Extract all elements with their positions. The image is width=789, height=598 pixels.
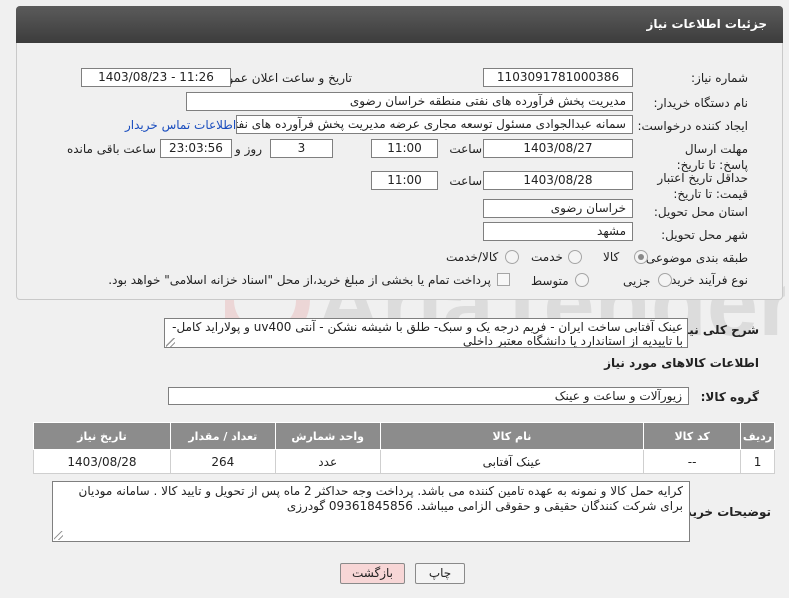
buyer-org-label: نام دستگاه خریدار: (653, 96, 749, 110)
price-validity-label: حداقل تاریخ اعتبار قیمت: تا تاریخ: (657, 171, 748, 201)
category-radio-service[interactable] (568, 250, 582, 264)
delivery-city-label: شهر محل تحویل: (661, 228, 748, 242)
cell-date: 1403/08/28 (33, 449, 171, 474)
col-header-code: کد کالا (643, 422, 742, 450)
need-number-label: شماره نیاز: (691, 71, 748, 85)
goods-group-label: گروه کالا: (700, 390, 759, 404)
reply-deadline-time: 11:00 (371, 139, 438, 158)
col-header-quantity: تعداد / مقدار (169, 422, 276, 450)
remaining-days: 3 (270, 139, 333, 158)
delivery-province-label: استان محل تحویل: (653, 205, 748, 219)
category-option-goods-service: کالا/خدمت (446, 250, 499, 264)
requester-field: سمانه عبدالجوادی مسئول توسعه مجاری عرضه … (236, 115, 633, 134)
purchase-process-label: نوع فرآیند خرید : (663, 273, 748, 287)
summary-field[interactable]: عینک آفتابی ساخت ایران - فریم درجه یک و … (164, 318, 688, 348)
col-header-name: نام کالا (379, 422, 645, 450)
col-header-date: تاریخ نیاز (33, 422, 171, 450)
reply-deadline-label: مهلت ارسال پاسخ: تا تاریخ: (676, 142, 748, 172)
goods-section-title: اطلاعات کالاهای مورد نیاز (604, 356, 759, 370)
price-validity-date: 1403/08/28 (483, 171, 633, 190)
cell-name: عینک آفتابی (379, 449, 645, 474)
days-label: روز و (235, 142, 262, 156)
requester-label: ایجاد کننده درخواست: (637, 119, 748, 133)
notes-resize-icon[interactable] (54, 531, 63, 540)
summary-resize-icon[interactable] (166, 338, 175, 347)
delivery-city-field: مشهد (483, 222, 633, 241)
cell-quantity: 264 (169, 449, 276, 474)
category-option-goods: کالا (603, 250, 620, 264)
col-header-unit: واحد شمارش (274, 422, 381, 450)
announce-datetime-field: 1403/08/23 - 11:26 (81, 68, 231, 87)
buyer-org-field: مدیریت پخش فرآورده های نفتی منطقه خراسان… (186, 92, 633, 111)
process-option-minor: جزیی (623, 274, 651, 288)
buyer-contact-link[interactable]: اطلاعات تماس خریدار (125, 118, 236, 132)
reply-time-label: ساعت (449, 142, 482, 156)
cell-row: 1 (740, 449, 775, 474)
price-validity-time: 11:00 (371, 171, 438, 190)
back-button[interactable]: بازگشت (340, 563, 405, 584)
goods-table: ردیف کد کالا نام کالا واحد شمارش تعداد /… (33, 422, 775, 474)
print-button[interactable]: چاپ (415, 563, 465, 584)
process-radio-minor[interactable] (658, 273, 672, 287)
remaining-label: ساعت باقی مانده (66, 142, 156, 156)
treasury-checkbox-label: پرداخت تمام یا بخشی از مبلغ خرید،از محل … (108, 273, 491, 287)
remaining-time: 23:03:56 (160, 139, 232, 158)
category-option-service: خدمت (531, 250, 563, 264)
category-radio-goods[interactable] (634, 250, 648, 264)
category-label: طبقه بندی موضوعی: (641, 251, 748, 265)
panel-title: جزئیات اطلاعات نیاز (16, 6, 783, 43)
cell-unit: عدد (274, 449, 381, 474)
need-number-field: 1103091781000386 (483, 68, 633, 87)
reply-deadline-date: 1403/08/27 (483, 139, 633, 158)
table-row: 1 -- عینک آفتابی عدد 264 1403/08/28 (33, 449, 775, 474)
delivery-province-field: خراسان رضوی (483, 199, 633, 218)
process-radio-medium[interactable] (575, 273, 589, 287)
category-radio-goods-service[interactable] (505, 250, 519, 264)
cell-code: -- (643, 449, 742, 474)
col-header-row: ردیف (740, 422, 775, 450)
process-option-medium: متوسط (531, 274, 569, 288)
treasury-checkbox[interactable] (497, 273, 510, 286)
price-time-label: ساعت (449, 174, 482, 188)
goods-group-field: زیورآلات و ساعت و عینک (168, 387, 689, 405)
buyer-notes-field[interactable]: کرایه حمل کالا و نمونه به عهده تامین کنن… (52, 481, 690, 542)
